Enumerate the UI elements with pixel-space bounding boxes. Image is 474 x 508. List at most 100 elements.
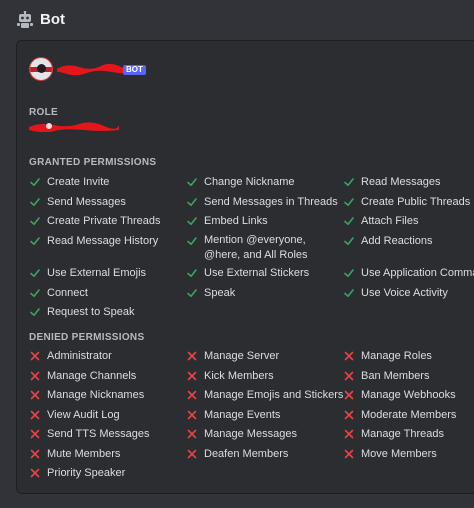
permission-label: Send Messages <box>47 196 126 208</box>
denied-permission-item: Manage Threads <box>343 426 444 442</box>
permission-label: Use Voice Activity <box>361 287 448 299</box>
denied-permission-item: Manage Nicknames <box>29 387 144 403</box>
denied-permission-item: Deafen Members <box>186 446 288 462</box>
bot-avatar[interactable] <box>29 57 53 81</box>
x-icon <box>30 429 40 439</box>
x-icon <box>30 371 40 381</box>
permission-label: Ban Members <box>361 370 430 382</box>
x-icon <box>344 390 354 400</box>
x-icon <box>344 429 354 439</box>
check-icon <box>187 289 197 297</box>
granted-permission-item: Create Private Threads <box>29 213 161 229</box>
permission-label: Change Nickname <box>204 176 295 188</box>
check-icon <box>187 237 197 245</box>
permission-label: Manage Messages <box>204 428 297 440</box>
x-icon <box>344 371 354 381</box>
granted-permission-item: Create Public Threads <box>343 194 470 210</box>
x-icon <box>30 468 40 478</box>
denied-permission-item: Ban Members <box>343 368 429 384</box>
permission-label: Attach Files <box>361 215 419 227</box>
x-icon <box>187 390 197 400</box>
x-icon <box>187 449 197 459</box>
check-icon <box>30 289 40 297</box>
check-icon <box>30 178 40 186</box>
check-icon <box>187 198 197 206</box>
check-icon <box>30 308 40 316</box>
permission-label: Add Reactions <box>361 235 433 247</box>
permission-label: View Audit Log <box>47 409 120 421</box>
page-title: Bot <box>40 11 65 28</box>
permission-label: Administrator <box>47 350 112 362</box>
permission-label: Create Invite <box>47 176 110 188</box>
x-icon <box>187 371 197 381</box>
denied-permission-item: Administrator <box>29 348 112 364</box>
x-icon <box>30 449 40 459</box>
permission-label: Use External Stickers <box>204 267 310 279</box>
redacted-role <box>29 122 119 132</box>
granted-permission-item: Connect <box>29 285 88 301</box>
granted-permission-item: Mention @everyone, @here, and All Roles <box>186 233 326 261</box>
granted-permission-item: Request to Speak <box>29 304 134 320</box>
permission-label: Connect <box>47 287 88 299</box>
permission-label: Move Members <box>361 448 437 460</box>
permission-label: Mute Members <box>47 448 121 460</box>
check-icon <box>187 178 197 186</box>
permission-label: Manage Channels <box>47 370 137 382</box>
denied-permission-item: Manage Server <box>186 348 279 364</box>
granted-permissions-heading: GRANTED PERMISSIONS <box>29 157 157 168</box>
permission-label: Manage Server <box>204 350 280 362</box>
denied-permission-item: View Audit Log <box>29 407 120 423</box>
permission-label: Request to Speak <box>47 306 135 318</box>
x-icon <box>187 351 197 361</box>
check-icon <box>30 217 40 225</box>
granted-permission-item: Add Reactions <box>343 233 433 249</box>
permission-label: Embed Links <box>204 215 268 227</box>
permission-label: Manage Events <box>204 409 281 421</box>
granted-permission-item: Read Messages <box>343 174 441 190</box>
granted-permission-item: Create Invite <box>29 174 109 190</box>
permission-label: Mention @everyone, @here, and All Roles <box>204 234 308 261</box>
page-header: Bot <box>0 0 474 40</box>
permission-label: Speak <box>204 287 236 299</box>
permission-label: Moderate Members <box>361 409 457 421</box>
granted-permission-item: Attach Files <box>343 213 418 229</box>
robot-icon <box>17 11 33 28</box>
denied-permission-item: Manage Channels <box>29 368 136 384</box>
denied-permission-item: Mute Members <box>29 446 120 462</box>
permission-label: Create Public Threads <box>361 196 471 208</box>
denied-permissions-heading: DENIED PERMISSIONS <box>29 332 145 343</box>
granted-permission-item: Change Nickname <box>186 174 295 190</box>
granted-permission-item: Send Messages in Threads <box>186 194 338 210</box>
permission-label: Manage Threads <box>361 428 444 440</box>
granted-permission-item: Use External Emojis <box>29 265 146 281</box>
denied-permission-item: Manage Events <box>186 407 280 423</box>
check-icon <box>30 237 40 245</box>
permission-label: Send TTS Messages <box>47 428 150 440</box>
bot-permissions-card: BOT ROLE GRANTED PERMISSIONS Create Invi… <box>16 40 474 494</box>
check-icon <box>344 289 354 297</box>
check-icon <box>344 237 354 245</box>
x-icon <box>344 351 354 361</box>
permission-label: Manage Webhooks <box>361 389 456 401</box>
check-icon <box>344 198 354 206</box>
check-icon <box>187 217 197 225</box>
role-label: ROLE <box>29 107 58 118</box>
denied-permission-item: Kick Members <box>186 368 274 384</box>
permission-label: Use External Emojis <box>47 267 147 279</box>
denied-permission-item: Manage Roles <box>343 348 432 364</box>
permission-label: Use Application Commands <box>361 267 474 279</box>
permission-label: Create Private Threads <box>47 215 161 227</box>
granted-permission-item: Embed Links <box>186 213 268 229</box>
granted-permission-item: Send Messages <box>29 194 126 210</box>
permission-label: Read Message History <box>47 235 159 247</box>
permission-label: Deafen Members <box>204 448 289 460</box>
x-icon <box>344 449 354 459</box>
permission-label: Manage Emojis and Stickers <box>204 389 344 401</box>
denied-permission-item: Send TTS Messages <box>29 426 150 442</box>
granted-permission-item: Use Application Commands <box>343 265 474 281</box>
permission-label: Manage Nicknames <box>47 389 145 401</box>
permission-label: Priority Speaker <box>47 467 126 479</box>
check-icon <box>30 198 40 206</box>
x-icon <box>344 410 354 420</box>
x-icon <box>187 410 197 420</box>
